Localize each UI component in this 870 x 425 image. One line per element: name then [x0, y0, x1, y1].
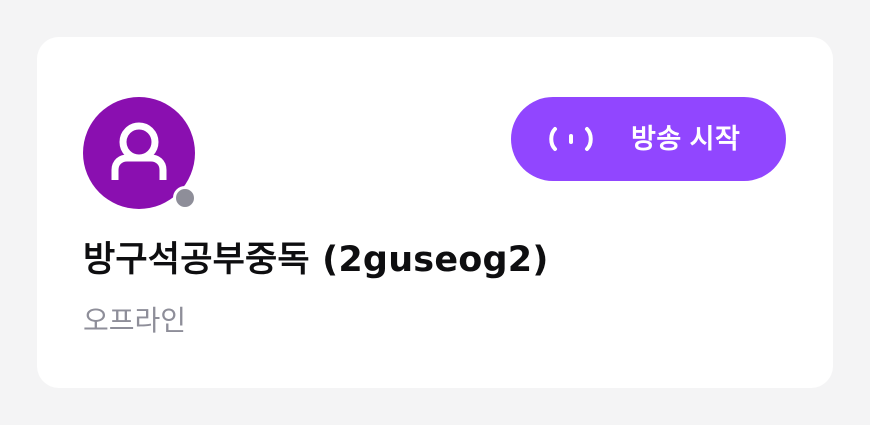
channel-name: 방구석공부중독 (2guseog2)	[83, 240, 549, 280]
offline-status-dot	[173, 186, 197, 210]
channel-status: 오프라인	[83, 304, 187, 337]
avatar[interactable]	[83, 97, 197, 210]
start-broadcast-button[interactable]: 방송 시작	[511, 97, 786, 181]
channel-card: 방송 시작 방구석공부중독 (2guseog2) 오프라인	[37, 37, 833, 388]
broadcast-icon	[549, 127, 593, 151]
user-icon	[111, 122, 167, 180]
start-broadcast-label: 방송 시작	[631, 124, 741, 154]
